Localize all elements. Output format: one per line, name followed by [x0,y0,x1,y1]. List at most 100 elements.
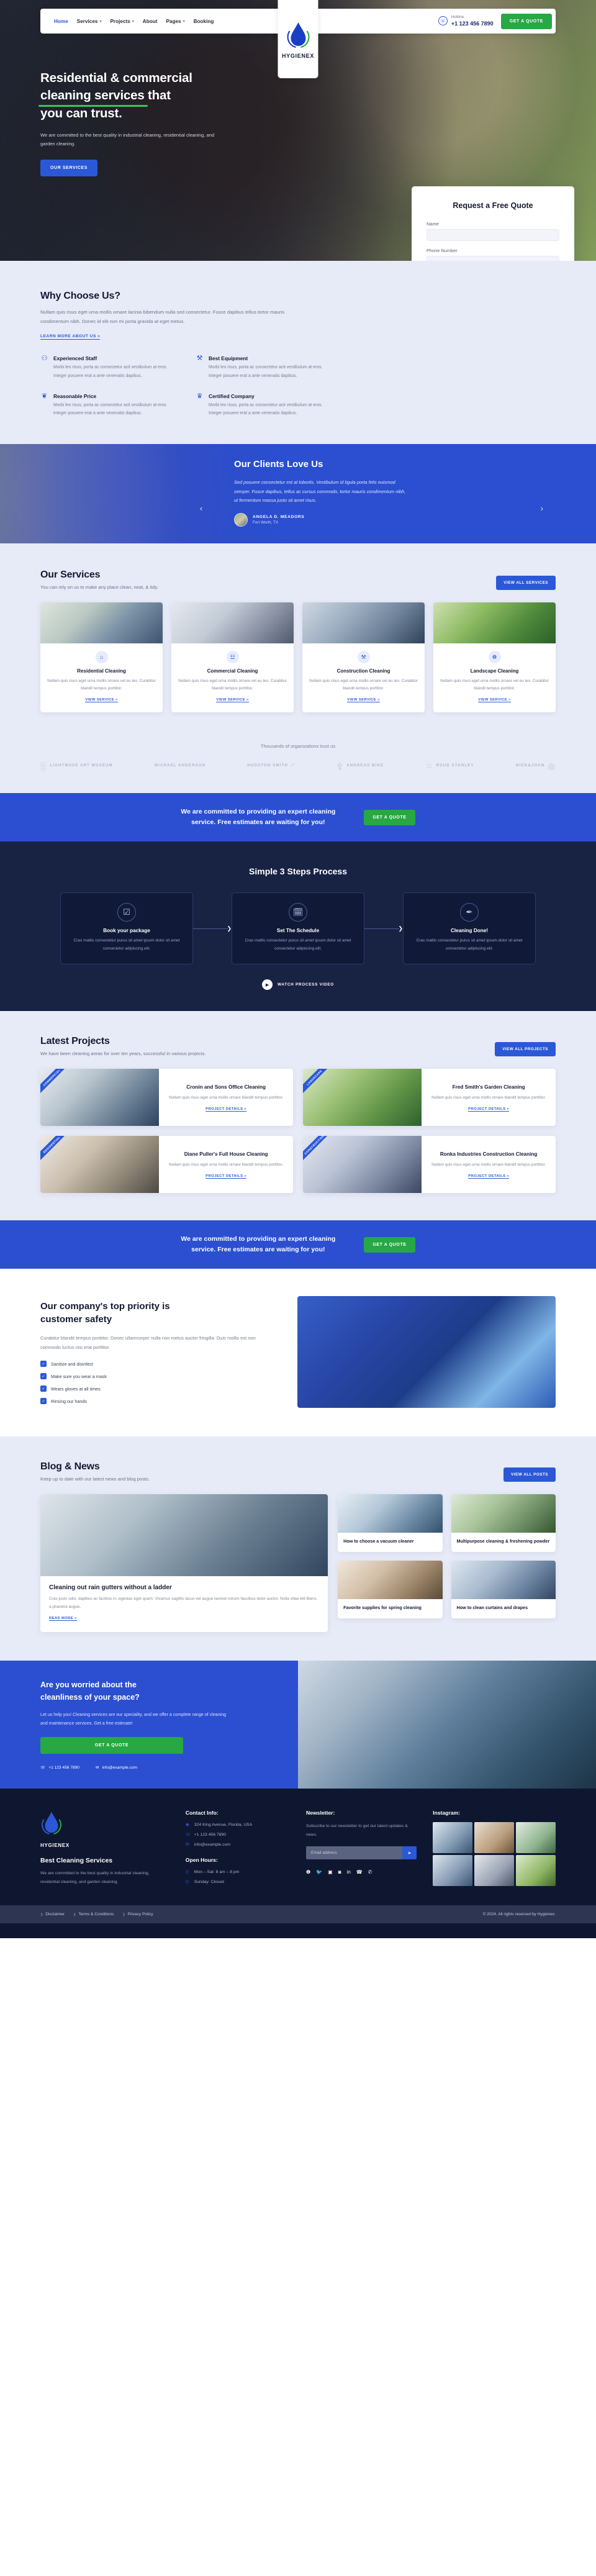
service-card-commercial[interactable]: ☳ Commercial Cleaning Nullam quis risus … [171,602,294,712]
project-details-link[interactable]: PROJECT DETAILS » [468,1107,510,1112]
trusted-by-section: Thousands of organizations trust us ▒ LIG… [0,740,596,794]
field-phone: Phone Number [427,248,559,261]
learn-more-link[interactable]: LEARN MORE ABOUT US » [40,334,101,340]
header-quote-button[interactable]: GET A QUOTE [500,13,552,29]
nav-item-home[interactable]: Home [54,19,68,24]
footer-link-terms[interactable]: ❯ Terms & Conditions [73,1912,114,1916]
cta-line1: We are committed to providing an expert … [181,1235,336,1243]
service-link[interactable]: VIEW SERVICE » [85,698,118,702]
instagram-thumb-grid [433,1822,556,1887]
nav-item-projects[interactable]: Projects ▾ [110,19,133,24]
nav-item-booking[interactable]: Booking [194,19,214,24]
cta-quote-button-top[interactable]: GET A QUOTE [364,809,415,825]
bottom-cta-quote-button[interactable]: GET A QUOTE [40,1737,183,1754]
service-link[interactable]: VIEW SERVICE » [216,698,249,702]
newsletter-submit-button[interactable]: ➤ [402,1846,417,1860]
bottom-cta-contacts: ☏ +1 123 456 7890 ✉ info@example.com [40,1765,298,1771]
bottom-cta-email[interactable]: ✉ info@example.com [96,1765,137,1771]
bottom-cta-phone[interactable]: ☏ +1 123 456 7890 [40,1765,79,1771]
hotline-block[interactable]: ☏ Hotline +1 123 456 7890 [438,15,494,27]
chevron-right-icon: ❯ [40,1912,43,1916]
project-desc: Nullam quis risus eget urna mollis ornar… [431,1095,546,1100]
why-feature-grid: ⚇ Experienced Staff Morbi leo risus, por… [40,355,326,418]
bottom-cta-section: Are you worried about the cleanliness of… [0,1661,596,1789]
crown-icon: ♛ [196,392,203,400]
instagram-thumb[interactable] [474,1855,515,1887]
nav-label: Home [54,18,68,24]
blog-featured-post[interactable]: Cleaning out rain gutters without a ladd… [40,1494,328,1633]
view-all-posts-button[interactable]: VIEW ALL POSTS [503,1467,556,1482]
project-details-link[interactable]: PROJECT DETAILS » [468,1174,510,1179]
project-card-fred-smith[interactable]: LANDSCAPE Fred Smith's Garden Cleaning N… [303,1069,556,1127]
footer-newsletter-column: Newsletter: Subscribe to our newsletter … [306,1810,417,1889]
project-card-cronin[interactable]: COMMERCIAL Cronin and Sons Office Cleani… [40,1069,293,1127]
footer-link-privacy[interactable]: ❯ Privacy Policy [122,1912,153,1916]
service-title: Landscape Cleaning [470,668,519,674]
safety-text-block: Our company's top priority is customer s… [40,1300,276,1405]
hardhat-icon: ⚒ [357,651,370,664]
service-image [171,602,294,644]
site-logo[interactable]: HYGIENEX [278,0,318,78]
blog-post-curtains[interactable]: How to clean curtains and drapes [451,1560,556,1618]
safety-heading-line2: customer safety [40,1314,112,1325]
linkedin-icon[interactable]: in [347,1869,351,1875]
footer-bottom-bar: ❯ Disclaimer ❯ Terms & Conditions ❯ Privacy… [0,1905,596,1924]
hero-services-button[interactable]: OUR SERVICES [40,159,97,176]
blog-read-more-link[interactable]: READ MORE » [49,1617,77,1621]
service-card-construction[interactable]: ⚒ Construction Cleaning Nullam quis risu… [302,602,425,712]
service-card-landscape[interactable]: ❁ Landscape Cleaning Nullam quis risus e… [433,602,556,712]
service-link[interactable]: VIEW SERVICE » [478,698,511,702]
feature-certified-company: ♛ Certified Company Morbi leo risus, por… [196,392,326,419]
blog-post-powder[interactable]: Multipurpose cleaning & freshening powde… [451,1494,556,1552]
footer-address: ◉ 324 King Avenue, Florida, USA [185,1822,253,1828]
messenger-icon[interactable]: ✆ [368,1869,372,1875]
instagram-thumb[interactable] [433,1855,473,1887]
newsletter-email-input[interactable] [306,1846,403,1860]
view-all-services-button[interactable]: VIEW ALL SERVICES [496,576,556,591]
nav-item-services[interactable]: Services ▾ [77,19,102,24]
nav-item-pages[interactable]: Pages ▾ [166,19,184,24]
trust-heading: Thousands of organizations trust us [260,743,336,749]
project-card-diane-puller[interactable]: RESIDENTIAL Diane Puller's Full House Cl… [40,1136,293,1194]
project-card-ronka[interactable]: CONSTRUCTION Ronka Industries Constructi… [303,1136,556,1194]
footer-instagram-column: Instagram: [433,1810,556,1889]
project-desc: Nullam quis risus eget urna mollis ornar… [169,1095,284,1100]
project-details-link[interactable]: PROJECT DETAILS » [205,1107,247,1112]
footer-email[interactable]: ✉ info@example.com [186,1842,290,1848]
footer-link-disclaimer[interactable]: ❯ Disclaimer [40,1912,65,1916]
instagram-thumb[interactable] [474,1822,515,1854]
instagram-icon[interactable]: ◙ [338,1869,341,1875]
youtube-icon[interactable]: ▣ [328,1869,333,1875]
feature-reasonable-price: ❦ Reasonable Price Morbi leo risus, port… [40,392,171,419]
watch-video-button[interactable]: ▶ WATCH PROCESS VIDEO [40,979,556,991]
name-input[interactable] [427,229,559,241]
blog-post-spring[interactable]: Favorite supplies for spring cleaning [338,1560,443,1618]
instagram-thumb[interactable] [516,1822,556,1854]
service-card-residential[interactable]: ⌂ Residential Cleaning Nullam quis risus… [40,602,163,712]
instagram-thumb[interactable] [516,1855,556,1887]
footer-phone[interactable]: ☏ +1 123 456 7890 [186,1832,290,1838]
whatsapp-icon[interactable]: ☎ [356,1869,363,1875]
avatar [234,512,248,527]
nav-item-about[interactable]: About [143,19,158,24]
field-label: Phone Number [427,248,458,253]
cta-quote-button-bottom[interactable]: GET A QUOTE [364,1236,415,1253]
latest-projects-section: Latest Projects We have been cleaning ar… [0,1011,596,1221]
safety-image [297,1296,556,1408]
project-tag-ribbon: LANDSCAPE [303,1069,332,1096]
facebook-icon[interactable]: ❶ [306,1869,310,1875]
service-image [433,602,556,644]
testimonial-next-button[interactable]: › [541,504,543,513]
service-link[interactable]: VIEW SERVICE » [347,698,380,702]
blog-post-vacuum[interactable]: How to choose a vacuum cleaner [338,1494,443,1552]
step-connector: ❯ [364,925,403,932]
instagram-thumb[interactable] [433,1822,473,1854]
hero-text-block: Residential & commercial cleaning servic… [38,70,323,176]
twitter-icon[interactable]: 🐦 [316,1869,322,1875]
project-details-link[interactable]: PROJECT DETAILS » [205,1174,247,1179]
hotline-label: Hotline [451,15,464,20]
testimonial-prev-button[interactable]: ‹ [200,504,202,513]
project-image: CONSTRUCTION [303,1136,422,1194]
phone-input[interactable] [427,256,559,261]
view-all-projects-button[interactable]: VIEW ALL PROJECTS [495,1042,556,1057]
